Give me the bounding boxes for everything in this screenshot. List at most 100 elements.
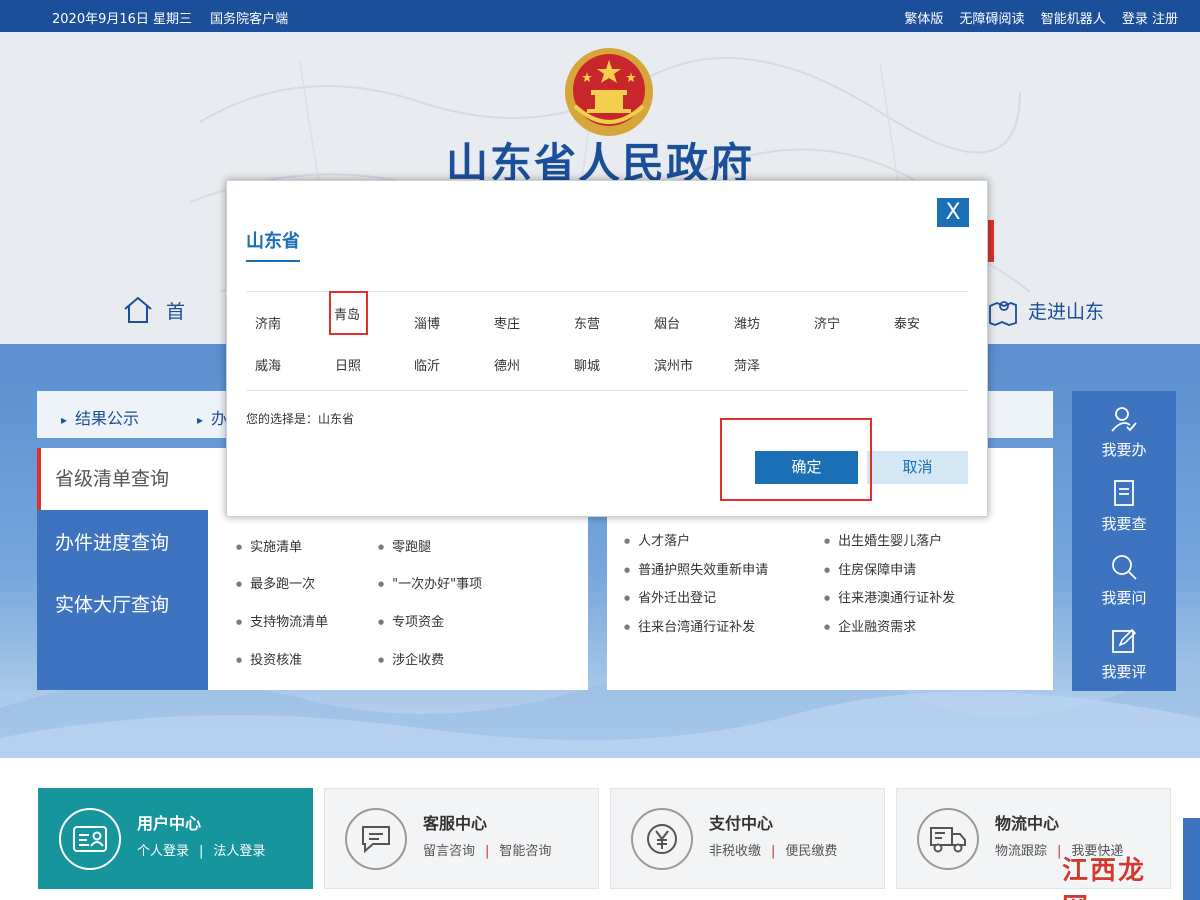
person-check-icon <box>1111 407 1137 432</box>
city-option[interactable]: 泰安 <box>894 313 920 332</box>
quick-action-label: 我要问 <box>1101 589 1147 607</box>
quick-action-review[interactable]: 我要评 <box>1072 627 1176 682</box>
city-option[interactable]: 临沂 <box>414 355 440 374</box>
search-icon <box>1112 555 1137 580</box>
menu-provincial-list-query[interactable]: 省级清单查询 <box>37 448 208 510</box>
top-bar: 2020年9月16日 星期三 国务院客户端 繁体版 无障碍阅读 智能机器人 登录… <box>0 0 1200 32</box>
list-item[interactable]: 企业融资需求 <box>824 616 916 635</box>
city-option[interactable]: 德州 <box>494 355 520 374</box>
nav-about-shandong[interactable]: 走进山东 <box>988 294 1104 326</box>
list-item[interactable]: 投资核准 <box>236 649 302 668</box>
service-icon-circle <box>917 808 979 870</box>
service-card-customer-service[interactable]: 客服中心 留言咨询 | 智能咨询 <box>324 788 599 889</box>
non-tax-payment-link[interactable]: 非税收缴 <box>709 844 761 859</box>
personal-login-link[interactable]: 个人登录 <box>137 844 189 859</box>
city-option[interactable]: 滨州市 <box>654 355 693 374</box>
service-icon-circle <box>345 808 407 870</box>
service-icon-circle <box>59 808 121 870</box>
legal-person-login-link[interactable]: 法人登录 <box>213 844 265 859</box>
quick-action-apply[interactable]: 我要办 <box>1072 405 1176 460</box>
home-icon <box>124 296 152 323</box>
side-float-tab[interactable] <box>1183 818 1200 900</box>
service-links: 留言咨询 | 智能咨询 <box>423 844 552 859</box>
close-button[interactable]: X <box>937 198 969 227</box>
truck-icon <box>930 827 966 853</box>
list-item[interactable]: 住房保障申请 <box>824 559 916 578</box>
utility-payment-link[interactable]: 便民缴费 <box>785 844 837 859</box>
watermark-logo: 江西龙网 <box>1062 856 1147 900</box>
service-icon-circle <box>631 808 693 870</box>
list-item[interactable]: 出生婚生婴儿落户 <box>824 530 942 549</box>
cancel-button[interactable]: 取消 <box>867 451 968 484</box>
list-item[interactable]: 最多跑一次 <box>236 573 315 592</box>
list-item[interactable]: 省外迁出登记 <box>624 587 716 606</box>
confirm-highlight-box <box>720 418 872 501</box>
list-item[interactable]: 人才落户 <box>624 530 690 549</box>
divider <box>246 291 968 292</box>
tab-results-announcement[interactable]: 结果公示 <box>61 405 139 429</box>
chat-bubble-icon <box>362 826 390 854</box>
service-links: 非税收缴 | 便民缴费 <box>709 844 838 859</box>
quick-action-ask[interactable]: 我要问 <box>1072 553 1176 608</box>
menu-progress-query[interactable]: 办件进度查询 <box>37 528 208 555</box>
list-item[interactable]: "一次办好"事项 <box>378 573 482 592</box>
list-item[interactable]: 往来港澳通行证补发 <box>824 587 955 606</box>
city-option-highlighted[interactable]: 青岛 <box>328 291 369 335</box>
list-item[interactable]: 支持物流清单 <box>236 611 328 630</box>
city-option[interactable]: 聊城 <box>574 355 600 374</box>
smart-consult-link[interactable]: 智能咨询 <box>499 844 551 859</box>
state-council-client-link[interactable]: 国务院客户端 <box>210 12 288 27</box>
city-option[interactable]: 济南 <box>255 313 281 332</box>
service-card-user-center[interactable]: 用户中心 个人登录 | 法人登录 <box>38 788 313 889</box>
document-icon <box>1114 480 1134 506</box>
city-option[interactable]: 菏泽 <box>734 355 760 374</box>
city-option[interactable]: 东营 <box>574 313 600 332</box>
yen-icon <box>647 824 677 854</box>
divider <box>246 390 968 391</box>
message-consult-link[interactable]: 留言咨询 <box>423 844 475 859</box>
list-item[interactable]: 往来台湾通行证补发 <box>624 616 755 635</box>
city-select-dialog: X 山东省 济南 青岛 淄博 枣庄 东营 烟台 潍坊 济宁 泰安 威海 日照 临… <box>226 180 988 517</box>
quick-action-check[interactable]: 我要查 <box>1072 479 1176 534</box>
city-option[interactable]: 威海 <box>255 355 281 374</box>
city-option[interactable]: 潍坊 <box>734 313 760 332</box>
city-option[interactable]: 烟台 <box>654 313 680 332</box>
service-links: 个人登录 | 法人登录 <box>137 844 266 859</box>
city-option[interactable]: 日照 <box>335 355 361 374</box>
smart-robot-link[interactable]: 智能机器人 <box>1041 12 1106 27</box>
service-title: 用户中心 <box>137 814 202 833</box>
list-item[interactable]: 普通护照失效重新申请 <box>624 559 768 578</box>
login-register-link[interactable]: 登录 注册 <box>1122 12 1178 27</box>
traditional-chinese-link[interactable]: 繁体版 <box>904 12 943 27</box>
city-option[interactable]: 淄博 <box>414 313 440 332</box>
national-emblem-icon <box>565 48 653 136</box>
city-option[interactable]: 枣庄 <box>494 313 520 332</box>
accessibility-link[interactable]: 无障碍阅读 <box>960 12 1025 27</box>
map-pin-icon <box>989 301 1017 326</box>
quick-action-label: 我要查 <box>1101 515 1147 533</box>
query-menu: 省级清单查询 办件进度查询 实体大厅查询 <box>37 448 208 690</box>
service-title: 支付中心 <box>709 814 774 833</box>
id-card-icon <box>73 826 107 852</box>
list-item[interactable]: 专项资金 <box>378 611 444 630</box>
tab-handling[interactable]: 办 <box>197 405 227 429</box>
service-card-payment-center[interactable]: 支付中心 非税收缴 | 便民缴费 <box>610 788 885 889</box>
list-item[interactable]: 涉企收费 <box>378 649 444 668</box>
service-title: 物流中心 <box>995 814 1060 833</box>
logistics-tracking-link[interactable]: 物流跟踪 <box>995 844 1047 859</box>
date-text: 2020年9月16日 星期三 <box>52 12 193 27</box>
province-tab[interactable]: 山东省 <box>246 227 300 262</box>
nav-shandong-label: 走进山东 <box>1028 300 1105 323</box>
quick-action-label: 我要评 <box>1101 663 1147 681</box>
city-option[interactable]: 济宁 <box>814 313 840 332</box>
quick-actions-sidebar: 我要办 我要查 我要问 我要评 <box>1072 391 1176 691</box>
list-item[interactable]: 零跑腿 <box>378 536 431 555</box>
menu-hall-query[interactable]: 实体大厅查询 <box>37 590 208 617</box>
selection-status: 您的选择是：山东省 <box>246 412 355 426</box>
top-bar-right: 繁体版 无障碍阅读 智能机器人 登录 注册 <box>892 8 1178 27</box>
quick-action-label: 我要办 <box>1101 441 1147 459</box>
top-bar-left: 2020年9月16日 星期三 国务院客户端 <box>52 8 302 27</box>
edit-icon <box>1112 628 1137 653</box>
service-title: 客服中心 <box>423 814 488 833</box>
list-item[interactable]: 实施清单 <box>236 536 302 555</box>
